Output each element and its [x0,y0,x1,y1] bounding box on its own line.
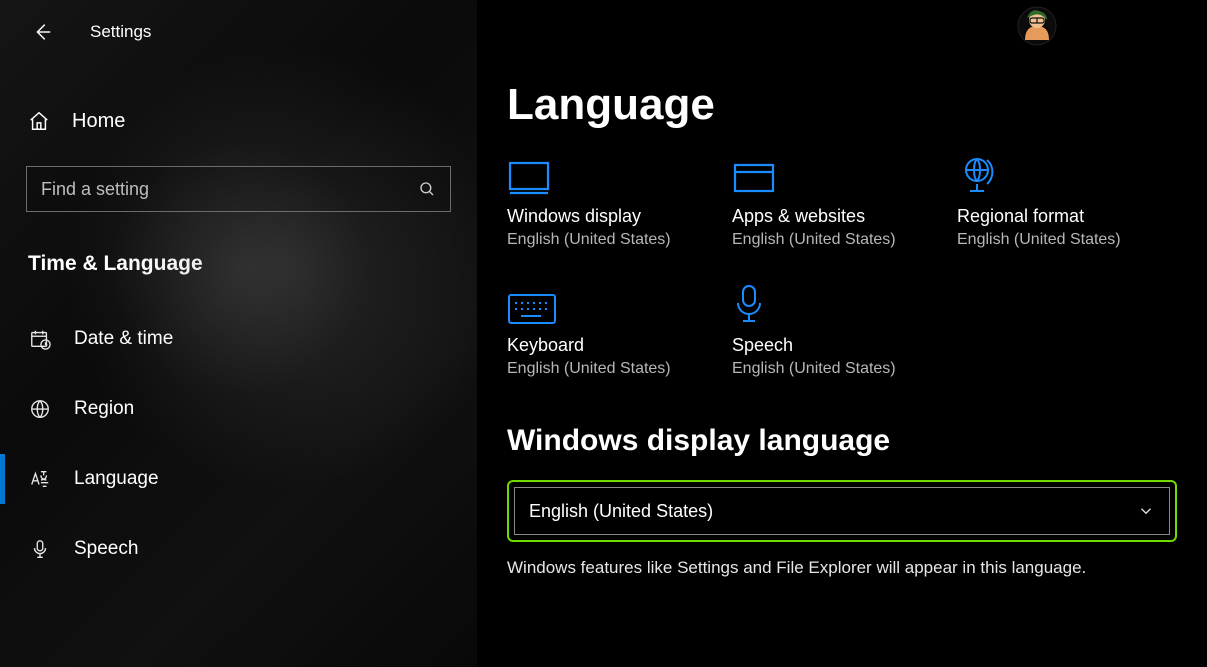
sidebar-item-label: Speech [74,538,138,560]
helper-text: Windows features like Settings and File … [507,556,1167,581]
chevron-down-icon [1137,502,1155,520]
subheading-display-language: Windows display language [507,424,1207,458]
sidebar-item-label: Language [74,468,159,490]
back-button[interactable] [26,16,58,48]
tile-label: Regional format [957,206,1182,227]
search-icon [418,180,436,198]
globe-icon [28,397,52,421]
microphone-icon [28,537,52,561]
content-area: Language Windows display English (United… [477,0,1207,667]
home-label: Home [72,110,125,133]
app-title: Settings [90,22,151,42]
home-icon [28,110,50,132]
sidebar-header: Settings [0,14,477,50]
tile-windows-display[interactable]: Windows display English (United States) [507,148,732,249]
tile-value: English (United States) [732,360,957,378]
language-az-icon [28,467,52,491]
keyboard-icon [507,277,732,325]
tile-value: English (United States) [732,231,957,249]
highlight-annotation: English (United States) [507,480,1177,542]
app-window-icon [732,148,957,196]
back-arrow-icon [31,21,53,43]
tile-keyboard[interactable]: Keyboard English (United States) [507,277,732,378]
sidebar-item-label: Region [74,398,134,420]
tile-regional-format[interactable]: Regional format English (United States) [957,148,1182,249]
tile-value: English (United States) [507,360,732,378]
sidebar-section-title: Time & Language [0,252,477,276]
sidebar-item-speech[interactable]: Speech [0,514,477,584]
tile-label: Apps & websites [732,206,957,227]
language-tile-grid: Windows display English (United States) … [507,148,1207,406]
sidebar-item-region[interactable]: Region [0,374,477,444]
tile-apps-websites[interactable]: Apps & websites English (United States) [732,148,957,249]
sidebar-item-language[interactable]: Language [0,444,477,514]
tile-speech[interactable]: Speech English (United States) [732,277,957,378]
sidebar-item-label: Date & time [74,328,173,350]
tile-label: Keyboard [507,335,732,356]
display-icon [507,148,732,196]
microphone-icon [732,277,957,325]
tile-value: English (United States) [507,231,732,249]
search-input[interactable] [41,179,418,200]
page-title: Language [507,80,1207,130]
dropdown-value: English (United States) [529,501,713,522]
tile-label: Speech [732,335,957,356]
globe-stand-icon [957,148,1182,196]
search-box[interactable] [26,166,451,212]
calendar-clock-icon [28,327,52,351]
tile-value: English (United States) [957,231,1182,249]
avatar[interactable] [1017,6,1057,46]
sidebar-item-date-time[interactable]: Date & time [0,304,477,374]
display-language-dropdown[interactable]: English (United States) [514,487,1170,535]
tile-label: Windows display [507,206,732,227]
sidebar-nav: Date & time Region Language Speech [0,304,477,584]
sidebar-item-home[interactable]: Home [0,100,477,142]
sidebar: Settings Home Time & Language Date & tim… [0,0,477,667]
